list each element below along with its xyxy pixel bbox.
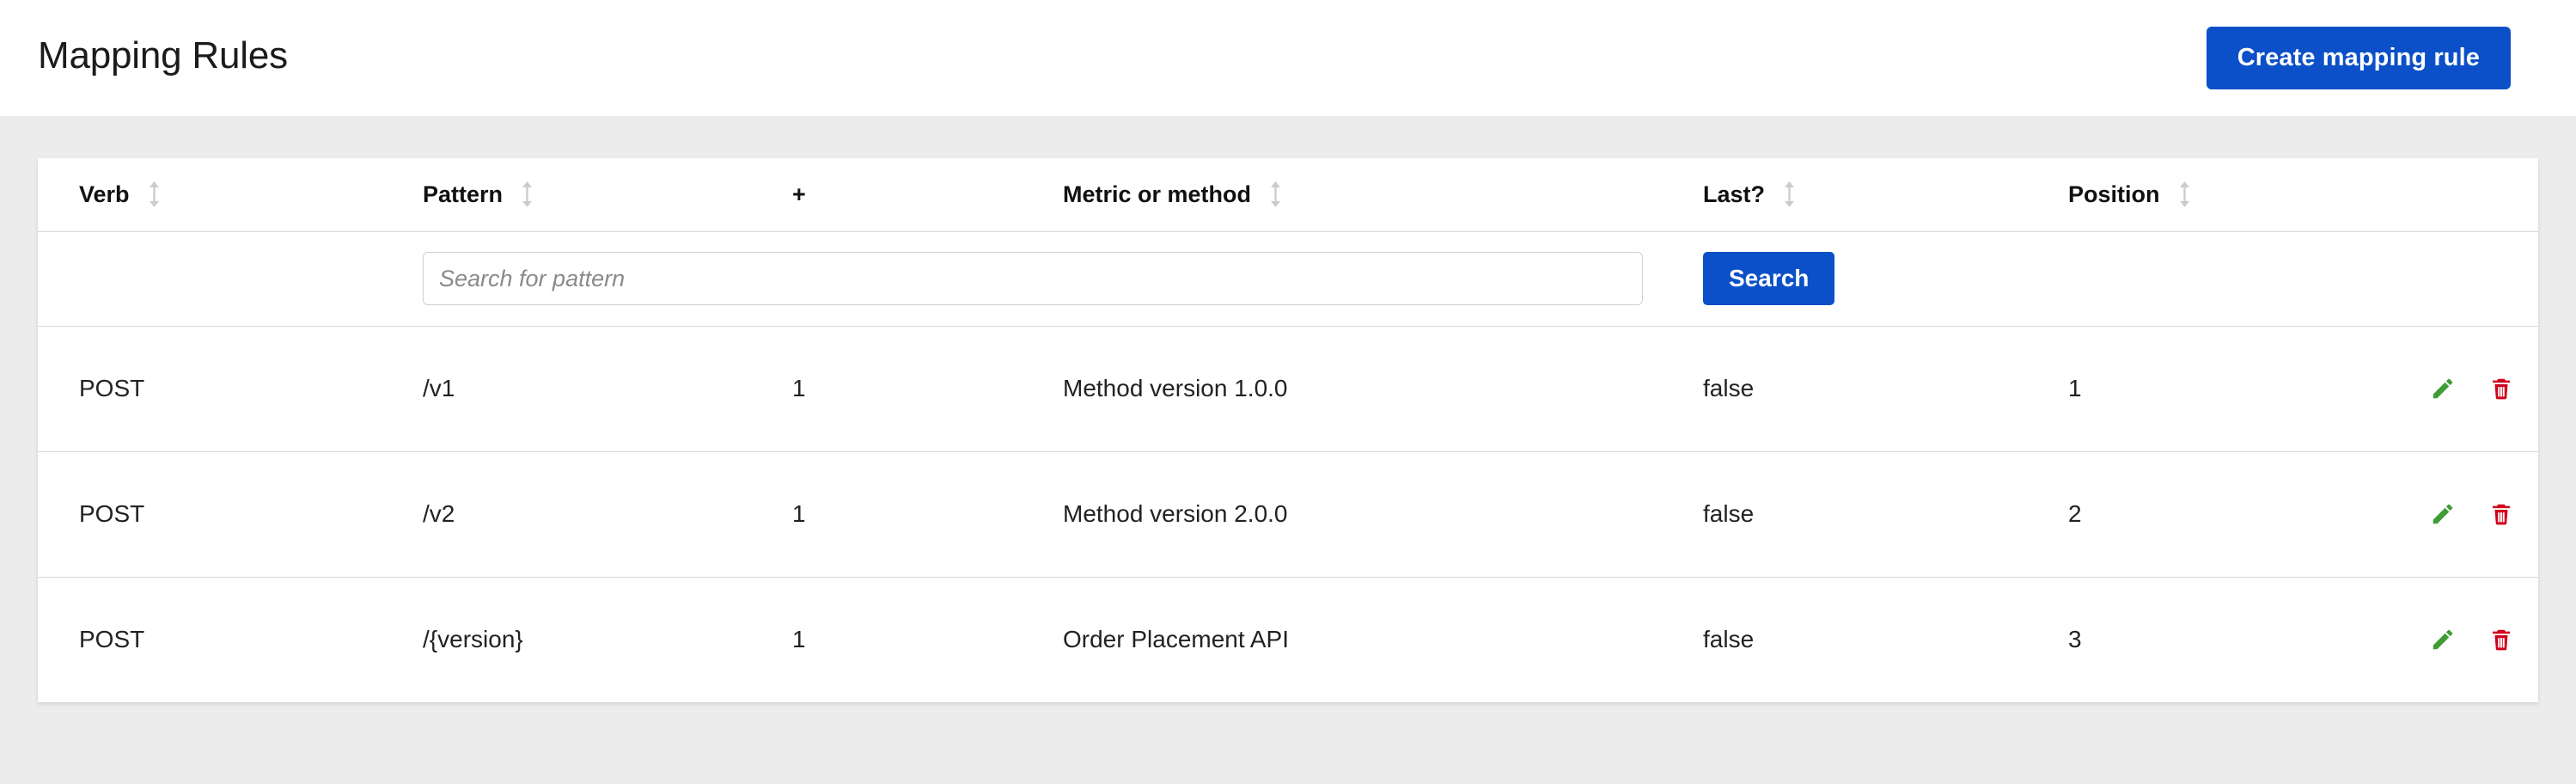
cell-actions xyxy=(2384,326,2538,452)
cell-pattern: /v1 xyxy=(382,326,751,452)
pencil-icon xyxy=(2430,376,2456,401)
sort-arrows-icon[interactable] xyxy=(149,181,160,208)
sort-arrows-icon[interactable] xyxy=(1784,181,1795,208)
cell-actions xyxy=(2384,577,2538,702)
table-row: POST /{version} 1 Order Placement API fa… xyxy=(38,577,2538,702)
table-header-row: Verb Pattern + Metric or method Last? Po… xyxy=(38,158,2538,232)
cell-position: 1 xyxy=(2027,326,2384,452)
column-header-position[interactable]: Position xyxy=(2027,158,2384,232)
column-label-last: Last? xyxy=(1703,181,1766,207)
column-label-metric-or-method: Metric or method xyxy=(1063,181,1252,207)
pencil-icon xyxy=(2430,501,2456,527)
table-head: Verb Pattern + Metric or method Last? Po… xyxy=(38,158,2538,232)
page-title: Mapping Rules xyxy=(38,34,288,77)
cell-verb: POST xyxy=(79,626,145,653)
column-header-pattern[interactable]: Pattern xyxy=(382,158,751,232)
column-header-plus: + xyxy=(751,158,1022,232)
search-row-pattern-cell xyxy=(382,231,1662,327)
cell-position: 2 xyxy=(2027,451,2384,578)
delete-row-button[interactable] xyxy=(2488,501,2514,527)
search-row-button-cell: Search xyxy=(1662,231,2538,327)
table-row: POST /v2 1 Method version 2.0.0 false 2 xyxy=(38,451,2538,578)
delete-row-button[interactable] xyxy=(2488,627,2514,652)
row-actions xyxy=(2384,501,2514,527)
sort-arrows-icon[interactable] xyxy=(522,181,533,208)
pencil-icon xyxy=(2430,627,2456,652)
cell-last: false xyxy=(1703,626,1755,653)
cell-plus: 1 xyxy=(792,626,806,653)
table-body: Search POST /v1 1 Method version 1.0.0 f… xyxy=(38,231,2538,702)
cell-actions xyxy=(2384,451,2538,578)
column-label-verb: Verb xyxy=(79,181,130,207)
sort-arrows-icon[interactable] xyxy=(2179,181,2190,208)
column-label-plus: + xyxy=(792,181,806,207)
cell-last: false xyxy=(1662,326,2027,452)
row-actions xyxy=(2384,376,2514,401)
trash-icon xyxy=(2488,376,2514,401)
cell-last: false xyxy=(1662,451,2027,578)
cell-verb: POST xyxy=(38,326,382,452)
delete-row-button[interactable] xyxy=(2488,376,2514,401)
cell-pattern: /v2 xyxy=(382,451,751,578)
trash-icon xyxy=(2488,627,2514,652)
edit-row-button[interactable] xyxy=(2430,627,2456,652)
page-header: Mapping Rules Create mapping rule xyxy=(0,0,2576,116)
cell-pattern: /{version} xyxy=(423,626,523,653)
edit-row-button[interactable] xyxy=(2430,376,2456,401)
column-header-metric-or-method[interactable]: Metric or method xyxy=(1022,158,1662,232)
sort-arrows-icon[interactable] xyxy=(1270,181,1281,208)
edit-row-button[interactable] xyxy=(2430,501,2456,527)
cell-metric-or-method: Method version 2.0.0 xyxy=(1022,451,1662,578)
table-search-row: Search xyxy=(38,231,2538,327)
column-header-last[interactable]: Last? xyxy=(1662,158,2027,232)
column-label-position: Position xyxy=(2068,181,2160,207)
cell-position: 3 xyxy=(2068,626,2082,653)
cell-metric-or-method: Order Placement API xyxy=(1063,626,1290,653)
cell-verb: POST xyxy=(38,451,382,578)
search-button[interactable]: Search xyxy=(1703,252,1835,305)
search-input[interactable] xyxy=(423,252,1643,305)
trash-icon xyxy=(2488,501,2514,527)
table-row: POST /v1 1 Method version 1.0.0 false 1 xyxy=(38,326,2538,452)
cell-plus: 1 xyxy=(751,326,1022,452)
column-header-verb[interactable]: Verb xyxy=(38,158,382,232)
mapping-rules-table: Verb Pattern + Metric or method Last? Po… xyxy=(38,158,2538,702)
column-label-pattern: Pattern xyxy=(423,181,504,207)
column-header-actions xyxy=(2384,158,2538,232)
search-row-verb-cell xyxy=(38,231,382,327)
cell-plus: 1 xyxy=(751,451,1022,578)
mapping-rules-card: Verb Pattern + Metric or method Last? Po… xyxy=(38,158,2538,702)
row-actions xyxy=(2384,627,2514,652)
create-mapping-rule-button[interactable]: Create mapping rule xyxy=(2206,27,2511,89)
cell-metric-or-method: Method version 1.0.0 xyxy=(1022,326,1662,452)
content-area: Verb Pattern + Metric or method Last? Po… xyxy=(0,116,2576,702)
